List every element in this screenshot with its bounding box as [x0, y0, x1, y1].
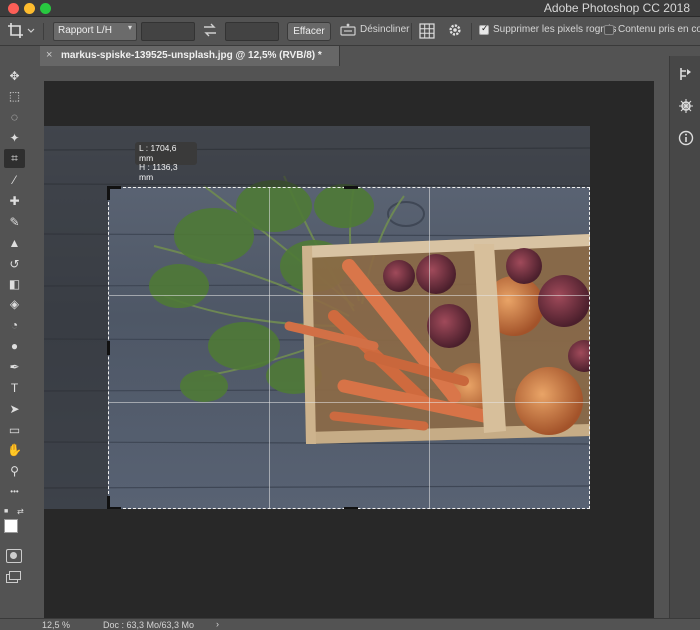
options-bar: Rapport L/H ▾ Effacer Désincliner Suppri…: [0, 17, 700, 46]
tool-preset-picker[interactable]: [6, 21, 36, 40]
overlay-grid-icon[interactable]: [419, 23, 435, 42]
color-swatches[interactable]: ■ ⇄: [4, 507, 26, 539]
crop-size-tooltip: L : 1704,6 mm H : 1136,3 mm: [135, 142, 197, 181]
crop-width-readout: L : 1704,6 mm: [139, 143, 177, 163]
status-bar: 12,5 % Doc : 63,3 Mo/63,3 Mo ›: [0, 618, 700, 630]
eyedropper-tool-icon[interactable]: ⁄: [4, 170, 25, 189]
document-size-info: Doc : 63,3 Mo/63,3 Mo: [103, 620, 195, 630]
crop-handle-left[interactable]: [107, 341, 110, 355]
crop-shield-top: [44, 126, 590, 187]
crop-handle-top[interactable]: [344, 186, 358, 189]
divider: [471, 23, 472, 40]
quick-mask-icon[interactable]: [6, 549, 22, 563]
tools-panel: ✥ ⬚ ◌ ✦ ⌗ ⁄ ✚ ✎ ▲ ↺ ◧ ◈ ◔ ● ✒ T ➤ ▭ ✋ ⚲ •••: [0, 62, 29, 622]
paint-bucket-tool-icon[interactable]: ◈: [4, 294, 25, 313]
app-title: Adobe Photoshop CC 2018: [543, 1, 690, 15]
swap-dimensions-icon[interactable]: [202, 23, 218, 42]
clone-stamp-tool-icon[interactable]: ▲: [4, 233, 25, 252]
divider: [411, 23, 412, 40]
crop-handle-top-left[interactable]: [107, 186, 110, 200]
hand-tool-icon[interactable]: ✋: [4, 440, 25, 459]
healing-brush-tool-icon[interactable]: ✚: [4, 191, 25, 210]
content-aware-label[interactable]: Contenu pris en comp: [618, 24, 700, 35]
collapsed-panels: [669, 56, 700, 622]
crop-grid-line: [109, 402, 589, 403]
rectangle-tool-icon[interactable]: ▭: [4, 420, 25, 439]
close-icon[interactable]: ×: [46, 49, 52, 61]
straighten-label[interactable]: Désincliner: [360, 24, 409, 43]
ratio-select-value: Rapport L/H: [58, 25, 112, 36]
zoom-level[interactable]: 12,5 %: [42, 620, 70, 630]
width-field[interactable]: [141, 22, 195, 41]
blur-tool-icon[interactable]: ◔: [4, 315, 25, 334]
document-canvas[interactable]: L : 1704,6 mm H : 1136,3 mm: [44, 81, 654, 618]
history-brush-tool-icon[interactable]: ↺: [4, 254, 25, 273]
adjustments-panel-icon[interactable]: [676, 96, 695, 115]
dodge-tool-icon[interactable]: ●: [4, 336, 25, 355]
zoom-tool-icon[interactable]: ⚲: [4, 461, 25, 480]
delete-cropped-pixels-label[interactable]: Supprimer les pixels rognés: [493, 24, 616, 35]
move-tool-icon[interactable]: ✥: [4, 66, 25, 85]
crop-grid-line: [429, 188, 430, 508]
crop-handle-bottom-left[interactable]: [107, 496, 110, 509]
foreground-color-swatch[interactable]: [4, 519, 18, 533]
crop-grid-line: [109, 295, 589, 296]
content-aware-checkbox[interactable]: [604, 25, 614, 35]
title-bar: Adobe Photoshop CC 2018: [0, 0, 700, 17]
crop-preset-icon: [8, 23, 35, 38]
zoom-window-button[interactable]: [40, 3, 51, 14]
close-window-button[interactable]: [8, 3, 19, 14]
properties-panel-icon[interactable]: [676, 64, 695, 83]
brush-tool-icon[interactable]: ✎: [4, 212, 25, 231]
ratio-select[interactable]: Rapport L/H ▾: [53, 22, 137, 41]
gear-icon[interactable]: [447, 22, 463, 41]
eraser-tool-icon[interactable]: ◧: [4, 274, 25, 293]
crop-grid-line: [269, 188, 270, 508]
magic-wand-tool-icon[interactable]: ✦: [4, 128, 25, 147]
photo-image[interactable]: [44, 126, 590, 509]
marquee-tool-icon[interactable]: ⬚: [4, 86, 25, 105]
path-selection-tool-icon[interactable]: ➤: [4, 399, 25, 418]
height-field[interactable]: [225, 22, 279, 41]
document-tab-bar: × markus-spiske-139525-unsplash.jpg @ 12…: [29, 46, 669, 66]
crop-handle-bottom[interactable]: [344, 507, 358, 509]
status-menu-arrow[interactable]: ›: [216, 619, 219, 629]
clear-button[interactable]: Effacer: [287, 22, 331, 41]
divider: [43, 23, 44, 40]
chevron-down-icon: ▾: [127, 23, 132, 32]
default-colors-icon[interactable]: ■: [4, 508, 8, 515]
type-tool-icon[interactable]: T: [4, 378, 25, 397]
crop-height-readout: H : 1136,3 mm: [139, 162, 178, 182]
info-icon[interactable]: [676, 128, 695, 147]
swap-colors-icon[interactable]: ⇄: [17, 507, 24, 516]
crop-box[interactable]: [107, 186, 590, 509]
document-tab[interactable]: × markus-spiske-139525-unsplash.jpg @ 12…: [40, 46, 340, 66]
minimize-window-button[interactable]: [24, 3, 35, 14]
more-tools-icon[interactable]: •••: [4, 482, 25, 501]
straighten-level-icon[interactable]: [340, 23, 356, 42]
delete-cropped-pixels-checkbox[interactable]: [479, 23, 489, 35]
crop-tool-icon[interactable]: ⌗: [4, 149, 25, 168]
pen-tool-icon[interactable]: ✒: [4, 357, 25, 376]
crop-shield-left: [44, 187, 108, 509]
screen-mode-icon[interactable]: [6, 571, 22, 585]
document-tab-title: markus-spiske-139525-unsplash.jpg @ 12,5…: [61, 50, 322, 61]
lasso-tool-icon[interactable]: ◌: [4, 107, 25, 126]
